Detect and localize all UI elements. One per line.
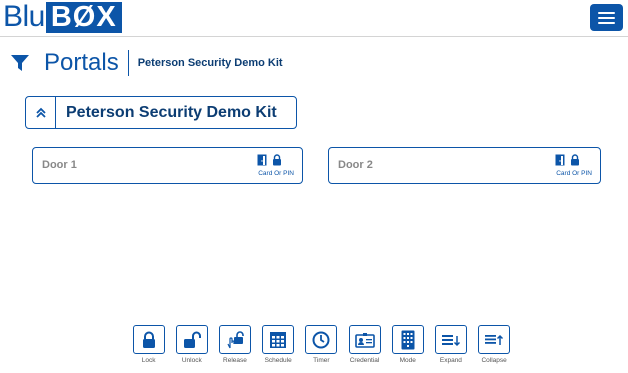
door-mode: Card Or PIN: [556, 170, 592, 177]
header-divider: [127, 50, 129, 76]
door-closed-icon: [257, 154, 267, 166]
door-closed-icon: [555, 154, 565, 166]
collapse-group-button[interactable]: [26, 97, 56, 128]
tool-label: Lock: [141, 357, 156, 364]
unlock-icon: [183, 331, 201, 348]
collapse-icon: [485, 334, 504, 345]
tool-label: Schedule: [264, 357, 292, 364]
filter-icon[interactable]: [10, 53, 30, 73]
door-name: Door 2: [338, 159, 373, 171]
group-title: Peterson Security Demo Kit: [66, 103, 277, 121]
schedule-button[interactable]: Schedule: [257, 325, 300, 364]
hamburger-line: [598, 16, 615, 19]
door-name: Door 1: [42, 159, 77, 171]
lock-icon: [142, 331, 155, 348]
expand-icon: [441, 334, 460, 346]
lock-button[interactable]: Lock: [127, 325, 170, 364]
collapse-button[interactable]: Collapse: [473, 325, 516, 364]
door-card-1[interactable]: Door 1 Card Or PIN: [32, 147, 303, 184]
keypad-icon: [401, 330, 415, 349]
lock-icon: [273, 154, 281, 166]
unlock-button[interactable]: Unlock: [170, 325, 213, 364]
credential-icon: [354, 332, 375, 348]
tool-label: Timer: [313, 357, 330, 364]
top-navbar: Blu BØX: [0, 0, 628, 37]
double-chevron-up-icon: [35, 107, 46, 118]
tool-label: Mode: [399, 357, 416, 364]
release-button[interactable]: Release: [213, 325, 256, 364]
tool-label: Credential: [349, 357, 380, 364]
page-title: Portals: [44, 49, 119, 76]
mode-button[interactable]: Mode: [386, 325, 429, 364]
action-toolbar: Lock Unlock Release Schedule Timer Crede…: [127, 325, 516, 364]
hamburger-line: [598, 21, 615, 24]
site-name: Peterson Security Demo Kit: [137, 57, 283, 69]
timer-icon: [312, 331, 330, 348]
blubox-logo[interactable]: Blu BØX: [3, 1, 122, 33]
tool-label: Collapse: [481, 357, 507, 364]
credential-button[interactable]: Credential: [343, 325, 386, 364]
hamburger-menu-button[interactable]: [590, 4, 623, 31]
portal-group-header: Peterson Security Demo Kit: [25, 96, 297, 129]
tool-label: Unlock: [181, 357, 202, 364]
tool-label: Expand: [439, 357, 462, 364]
release-icon: [227, 330, 244, 348]
logo-text-blu: Blu: [3, 0, 45, 33]
timer-button[interactable]: Timer: [300, 325, 343, 364]
schedule-icon: [270, 331, 287, 348]
logo-text-box: BØX: [45, 1, 122, 33]
door-mode: Card Or PIN: [258, 170, 294, 177]
hamburger-line: [598, 11, 615, 14]
tool-label: Release: [223, 357, 247, 364]
door-card-2[interactable]: Door 2 Card Or PIN: [328, 147, 601, 184]
page-header: Portals Peterson Security Demo Kit: [10, 48, 283, 78]
expand-button[interactable]: Expand: [429, 325, 472, 364]
lock-icon: [571, 154, 579, 166]
